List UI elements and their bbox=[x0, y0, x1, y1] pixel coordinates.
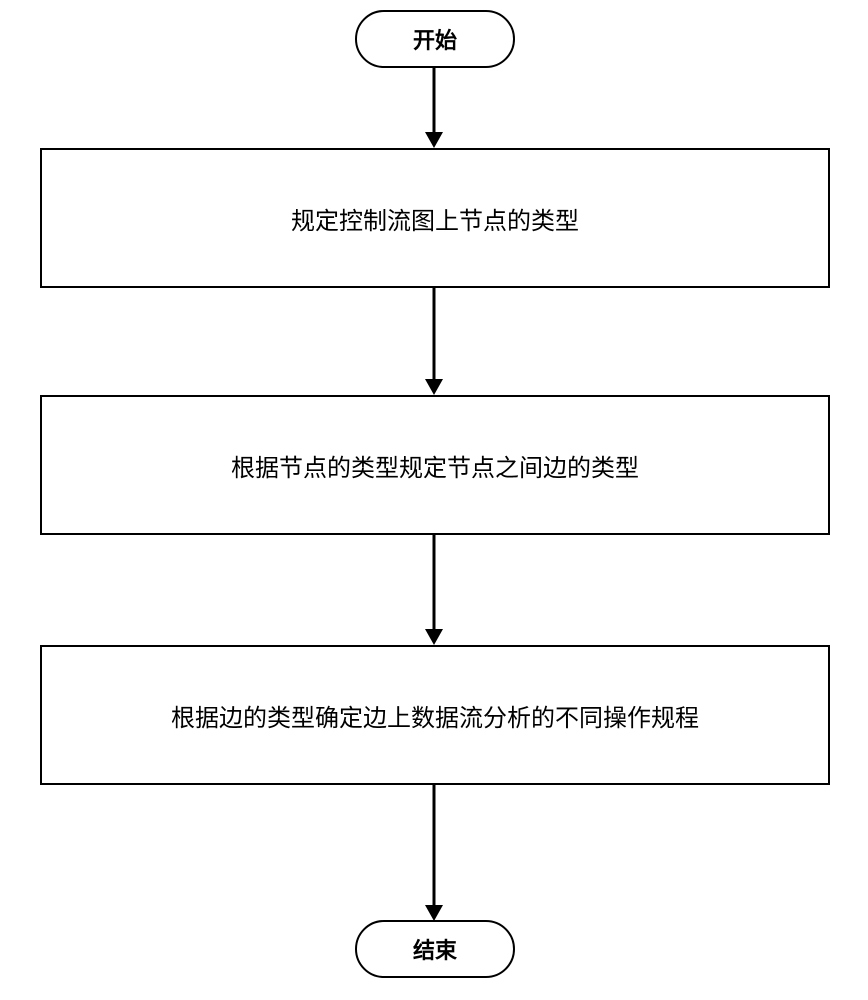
start-terminal: 开始 bbox=[355, 10, 515, 68]
arrow-2-line bbox=[433, 288, 436, 380]
process-1-label: 规定控制流图上节点的类型 bbox=[291, 201, 579, 236]
arrow-2-head-icon bbox=[425, 379, 443, 395]
arrow-4-line bbox=[433, 785, 436, 905]
arrow-1-line bbox=[433, 68, 436, 132]
arrow-3-line bbox=[433, 535, 436, 629]
arrow-4-head-icon bbox=[425, 905, 443, 921]
process-3-label: 根据边的类型确定边上数据流分析的不同操作规程 bbox=[171, 698, 699, 733]
process-step-1: 规定控制流图上节点的类型 bbox=[40, 148, 830, 288]
process-step-3: 根据边的类型确定边上数据流分析的不同操作规程 bbox=[40, 645, 830, 785]
end-terminal: 结束 bbox=[355, 920, 515, 978]
start-label: 开始 bbox=[413, 23, 457, 55]
process-2-label: 根据节点的类型规定节点之间边的类型 bbox=[231, 448, 639, 483]
arrow-1-head-icon bbox=[425, 132, 443, 148]
process-step-2: 根据节点的类型规定节点之间边的类型 bbox=[40, 395, 830, 535]
flowchart-container: 开始 规定控制流图上节点的类型 根据节点的类型规定节点之间边的类型 根据边的类型… bbox=[0, 0, 868, 1000]
arrow-3-head-icon bbox=[425, 629, 443, 645]
end-label: 结束 bbox=[413, 933, 457, 965]
